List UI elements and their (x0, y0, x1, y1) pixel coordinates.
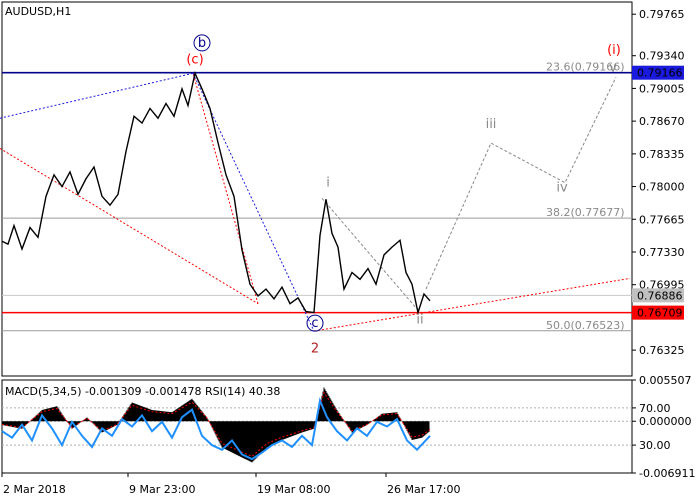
time-axis-tick-label: 19 Mar 08:00 (257, 483, 330, 496)
chart-title: AUDUSD,H1 (5, 5, 71, 18)
indicator-title: MACD(5,34,5) -0.001309 -0.001478 RSI(14)… (5, 385, 280, 398)
price-level-badge-label: 0.76709 (637, 307, 683, 320)
trend-line-lower-red (0, 148, 259, 305)
price-level-badge-label: 0.79166 (637, 67, 683, 80)
wave-label: c (311, 316, 318, 331)
price-axis-tick-label: 0.78670 (639, 115, 685, 128)
wave-label: v (609, 60, 617, 75)
price-axis-tick-label: 0.77665 (639, 213, 685, 226)
price-axis-tick-label: 0.77330 (639, 246, 685, 259)
price-axis-tick-label: 0.79765 (639, 8, 685, 21)
price-level-badge-label: 0.76886 (637, 289, 683, 302)
wave-projection-line (425, 76, 617, 290)
wave-label: iii (486, 117, 497, 132)
fibonacci-level-label: 38.2(0.77677) (546, 206, 625, 219)
price-series-line (1, 71, 431, 316)
time-axis-tick-label: 9 Mar 23:00 (129, 483, 195, 496)
indicator-axis-tick-label: 70.00 (639, 402, 671, 415)
wave-label: b (198, 36, 206, 51)
wave-label: 2 (311, 342, 319, 357)
time-axis-tick-label: 2 Mar 2018 (3, 483, 66, 496)
price-axis-tick-label: 0.79005 (639, 82, 685, 95)
price-axis-tick-label: 0.76325 (639, 344, 685, 357)
trend-line-red-up (192, 73, 259, 304)
wave-label: iv (556, 180, 568, 195)
wave-label: i (326, 176, 330, 191)
indicator-axis-tick-label: 30.00 (639, 439, 671, 452)
price-axis-tick-label: 0.78335 (639, 148, 685, 161)
price-axis-tick-label: 0.78000 (639, 181, 685, 194)
fibonacci-level-label: 50.0(0.76523) (546, 319, 625, 332)
indicator-axis-tick-label: -0.006911 (639, 467, 695, 480)
wave-label: ii (416, 312, 423, 327)
price-axis-tick-label: 0.79340 (639, 50, 685, 63)
time-axis-tick-label: 26 Mar 17:00 (387, 483, 460, 496)
indicator-axis-tick-label: 0.000000 (639, 415, 692, 428)
chart-root: AUDUSD,H1 MACD(5,34,5) -0.001309 -0.0014… (0, 1, 695, 496)
indicator-axis-tick-label: 0.005507 (639, 374, 692, 387)
wave-label: (i) (607, 43, 621, 58)
wave-label: (c) (186, 53, 203, 68)
trend-line-upper-blue (0, 72, 194, 119)
